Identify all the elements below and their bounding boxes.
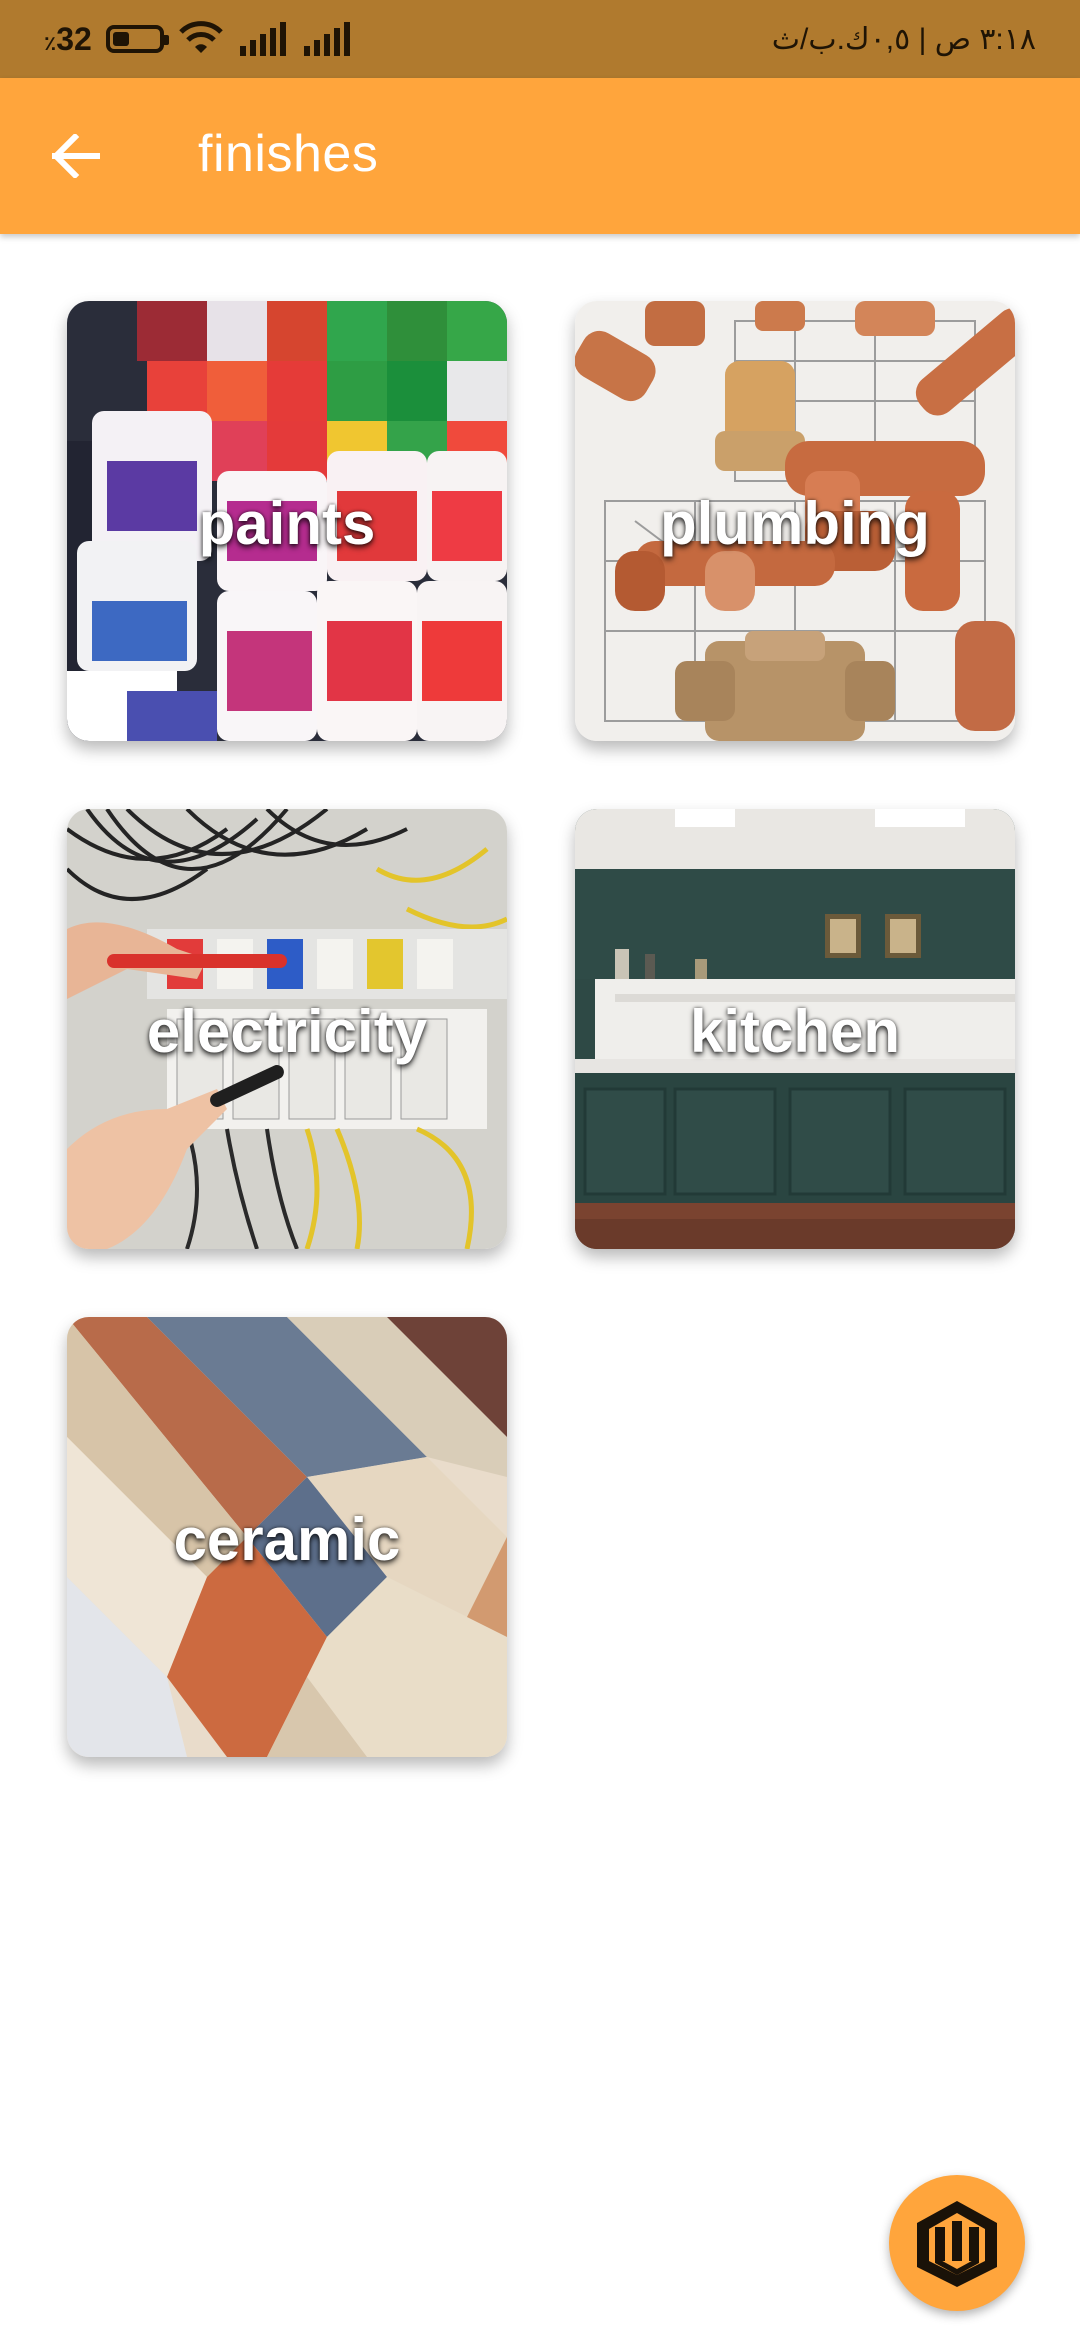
category-label: plumbing (660, 490, 930, 557)
back-button[interactable] (40, 120, 112, 192)
logo-icon (917, 2201, 997, 2287)
category-card-electricity[interactable]: electricity (67, 809, 507, 1249)
app-bar: finishes (0, 78, 1080, 234)
category-label: kitchen (689, 998, 901, 1065)
category-card-plumbing[interactable]: plumbing (575, 301, 1015, 741)
status-bar: ٪32 ٣:١٨ ص | ٠,٥ك.ب/ث (0, 0, 1080, 78)
battery-level-value: 32 (56, 20, 92, 57)
battery-icon (105, 25, 169, 53)
battery-tip (163, 35, 169, 45)
wifi-icon (179, 21, 223, 53)
status-indicators: ٪32 (44, 18, 352, 60)
signal-icon (239, 22, 286, 56)
category-card-paints[interactable]: paints (67, 301, 507, 741)
category-label: ceramic (173, 1506, 401, 1573)
category-label: electricity (146, 998, 428, 1065)
arrow-left-icon (51, 134, 100, 178)
status-time-speed: ٣:١٨ ص | ٠,٥ك.ب/ث (771, 23, 1036, 56)
battery-level: ٪32 (44, 21, 92, 58)
signal-icon (303, 22, 350, 56)
page-title: finishes (198, 125, 379, 183)
battery-percent-symbol: ٪ (44, 32, 57, 55)
category-card-ceramic[interactable]: ceramic (67, 1317, 507, 1757)
battery-fill (112, 32, 129, 46)
category-card-kitchen[interactable]: kitchen (575, 809, 1015, 1249)
fab-logo-button[interactable] (889, 2175, 1025, 2311)
category-label: paints (198, 490, 376, 557)
